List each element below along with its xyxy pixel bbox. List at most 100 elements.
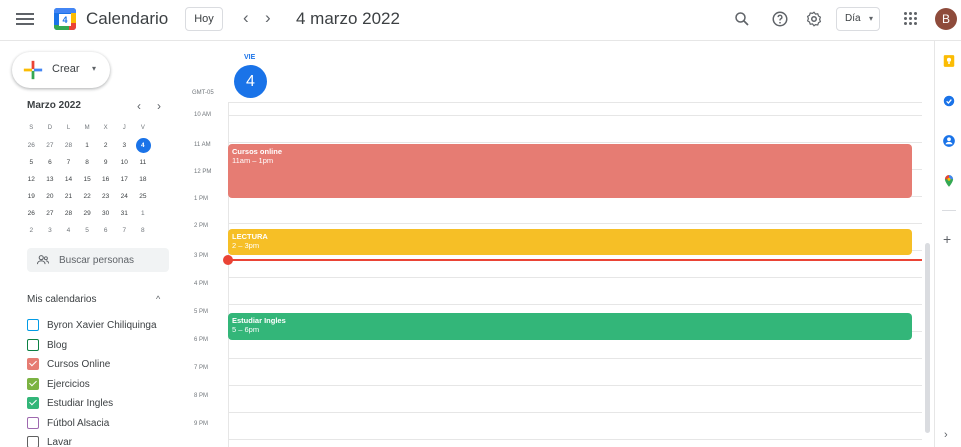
calendar-checkbox[interactable]	[27, 319, 39, 331]
mini-day[interactable]: 22	[78, 188, 97, 205]
mini-calendar-week: 19 20 21 22 23 24 25	[22, 188, 172, 205]
mini-day[interactable]: 2	[96, 137, 115, 154]
mini-day[interactable]: 30	[96, 205, 115, 222]
mini-calendar-prev[interactable]: ‹	[137, 99, 141, 113]
side-panel: + ›	[934, 41, 961, 447]
mini-day[interactable]: 7	[59, 154, 78, 171]
mini-day[interactable]: 28	[59, 205, 78, 222]
contacts-icon[interactable]	[942, 134, 956, 148]
calendar-name: Byron Xavier Chiliquinga	[47, 320, 157, 331]
calendar-item[interactable]: Estudiar Ingles	[27, 394, 177, 414]
mini-day[interactable]: 25	[134, 188, 153, 205]
settings-icon[interactable]	[805, 10, 823, 28]
expand-panel-button[interactable]: ›	[944, 429, 948, 441]
menu-icon[interactable]	[16, 10, 34, 28]
mini-day[interactable]: 28	[59, 137, 78, 154]
keep-icon[interactable]	[942, 54, 956, 68]
tasks-icon[interactable]	[942, 94, 956, 108]
mini-day[interactable]: 8	[134, 222, 153, 239]
maps-icon[interactable]	[942, 174, 956, 188]
mini-day[interactable]: 1	[134, 205, 153, 222]
calendar-checkbox[interactable]	[27, 436, 39, 447]
apps-icon[interactable]	[904, 12, 918, 26]
mini-day[interactable]: 6	[41, 154, 60, 171]
mini-day[interactable]: 7	[115, 222, 134, 239]
mini-day[interactable]: 14	[59, 171, 78, 188]
calendar-item[interactable]: Blog	[27, 336, 177, 356]
previous-day-button[interactable]: ‹	[243, 8, 249, 28]
mini-day[interactable]: 26	[22, 205, 41, 222]
calendar-item[interactable]: Byron Xavier Chiliquinga	[27, 316, 177, 336]
calendar-item[interactable]: Ejercicios	[27, 375, 177, 395]
app-title[interactable]: Calendario	[86, 9, 168, 29]
search-people-input[interactable]: Buscar personas	[27, 248, 169, 272]
mini-day[interactable]: 24	[115, 188, 134, 205]
mini-calendar-weekdays: S D L M X J V	[22, 120, 172, 137]
my-calendars-list: Byron Xavier Chiliquinga Blog Cursos Onl…	[27, 316, 177, 447]
hour-label: 7 PM	[194, 365, 209, 371]
calendar-checkbox[interactable]	[27, 358, 39, 370]
mini-day[interactable]: 10	[115, 154, 134, 171]
weekday-label: D	[47, 125, 53, 131]
weekday-label: V	[140, 125, 145, 131]
calendar-item[interactable]: Lavar	[27, 433, 177, 447]
mini-day[interactable]: 9	[96, 154, 115, 171]
mini-day[interactable]: 2	[22, 222, 41, 239]
mini-day[interactable]: 23	[96, 188, 115, 205]
mini-day[interactable]: 6	[96, 222, 115, 239]
mini-day[interactable]: 8	[78, 154, 97, 171]
day-number-badge[interactable]: 4	[234, 65, 267, 98]
mini-day[interactable]: 4	[59, 222, 78, 239]
mini-day[interactable]: 29	[78, 205, 97, 222]
next-day-button[interactable]: ›	[265, 8, 271, 28]
mini-day[interactable]: 21	[59, 188, 78, 205]
mini-day[interactable]: 3	[115, 137, 134, 154]
create-button[interactable]: Crear ▾	[12, 52, 110, 88]
mini-day[interactable]: 1	[78, 137, 97, 154]
mini-day[interactable]: 31	[115, 205, 134, 222]
event-cursos-online[interactable]: Cursos online 11am – 1pm	[228, 144, 912, 198]
mini-day[interactable]: 5	[78, 222, 97, 239]
event-lectura[interactable]: LECTURA 2 – 3pm	[228, 229, 912, 255]
mini-day[interactable]: 13	[41, 171, 60, 188]
view-mode-select[interactable]: Día ▾	[836, 7, 880, 31]
calendar-checkbox[interactable]	[27, 377, 39, 390]
mini-day[interactable]: 27	[41, 205, 60, 222]
current-date-title: 4 marzo 2022	[296, 9, 400, 28]
mini-day-selected[interactable]: 4	[134, 137, 153, 154]
mini-day[interactable]: 11	[134, 154, 153, 171]
mini-day[interactable]: 26	[22, 137, 41, 154]
mini-day[interactable]: 12	[22, 171, 41, 188]
mini-day[interactable]: 17	[115, 171, 134, 188]
scrollbar-thumb[interactable]	[925, 243, 930, 433]
event-estudiar-ingles[interactable]: Estudiar Ingles 5 – 6pm	[228, 313, 912, 340]
today-button[interactable]: Hoy	[185, 7, 223, 31]
calendar-checkbox[interactable]	[27, 338, 39, 351]
event-time: 11am – 1pm	[232, 156, 274, 165]
calendar-checkbox[interactable]	[27, 397, 39, 409]
mini-day[interactable]: 27	[41, 137, 60, 154]
hour-label: 9 PM	[194, 421, 209, 427]
search-icon[interactable]	[733, 10, 751, 28]
account-avatar[interactable]: B	[935, 8, 957, 30]
hour-gridline	[228, 223, 922, 224]
calendar-checkbox[interactable]	[27, 416, 39, 429]
calendar-item[interactable]: Cursos Online	[27, 355, 177, 375]
mini-day[interactable]: 3	[41, 222, 60, 239]
chevron-down-icon: ▾	[92, 64, 97, 73]
add-addon-button[interactable]: +	[943, 231, 951, 247]
mini-calendar-next[interactable]: ›	[157, 99, 161, 113]
mini-calendar-title: Marzo 2022	[27, 100, 81, 111]
my-calendars-title[interactable]: Mis calendarios	[27, 294, 96, 305]
mini-day[interactable]: 18	[134, 171, 153, 188]
mini-calendar-week: 2 3 4 5 6 7 8	[22, 222, 172, 239]
chevron-up-icon[interactable]: ^	[156, 294, 160, 304]
mini-day[interactable]: 19	[22, 188, 41, 205]
help-icon[interactable]	[771, 10, 789, 28]
logo-day: 4	[59, 14, 71, 26]
calendar-item[interactable]: Fútbol Alsacia	[27, 414, 177, 434]
mini-day[interactable]: 15	[78, 171, 97, 188]
mini-day[interactable]: 5	[22, 154, 41, 171]
mini-day[interactable]: 16	[96, 171, 115, 188]
mini-day[interactable]: 20	[41, 188, 60, 205]
